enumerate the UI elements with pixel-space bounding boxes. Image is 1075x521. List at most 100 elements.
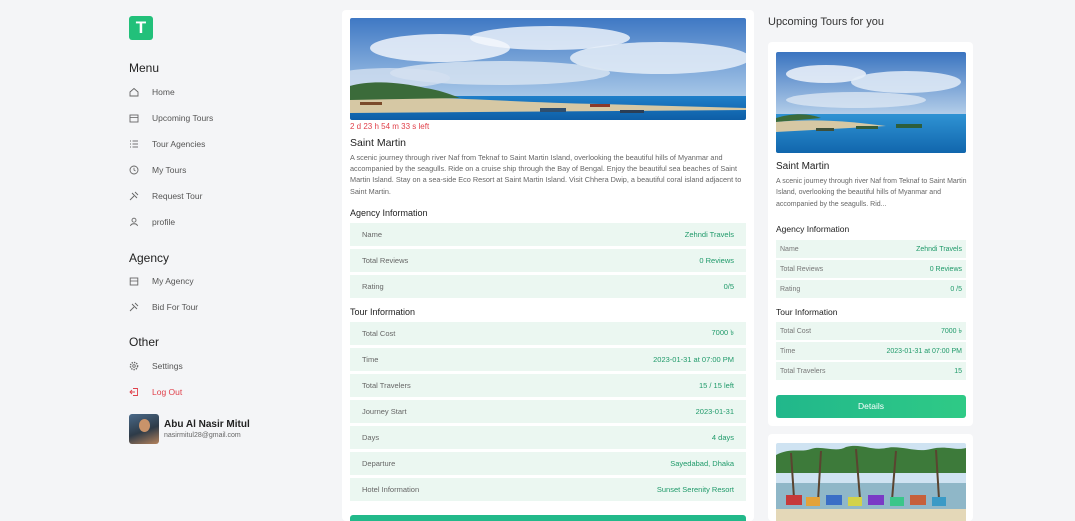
upcoming-tours-title: Upcoming Tours for you: [768, 16, 884, 28]
row-value: 0/5: [723, 282, 734, 291]
menu-section-title: Menu: [129, 61, 160, 75]
row-value: 2023-01-31 at 07:00 PM: [886, 347, 963, 355]
table-row: Rating 0 /5: [776, 280, 966, 298]
sidebar-item-logout[interactable]: Log Out: [129, 383, 182, 401]
table-row: Total Reviews 0 Reviews: [350, 249, 746, 272]
row-label: Time: [362, 355, 379, 364]
tour-title: Saint Martin: [350, 137, 407, 149]
table-row: Hotel Information Sunset Serenity Resort: [350, 478, 746, 501]
row-value: 0 Reviews: [929, 265, 962, 273]
table-row: Total Cost 7000 ৳: [776, 322, 966, 340]
sidebar-item-upcoming-tours[interactable]: Upcoming Tours: [129, 109, 213, 127]
tour-description: A scenic journey through river Naf from …: [350, 153, 742, 196]
sidebar-item-settings[interactable]: Settings: [129, 357, 183, 375]
tour-detail-card: 2 d 23 h 54 m 33 s left Saint Martin A s…: [342, 10, 754, 521]
row-value: Sunset Serenity Resort: [656, 485, 734, 494]
table-row: Total Travelers 15: [776, 362, 966, 380]
tour-info-heading: Tour Information: [350, 307, 416, 317]
row-label: Time: [780, 347, 796, 355]
sidebar-item-label: Log Out: [152, 387, 183, 397]
sidebar-item-label: My Tours: [152, 165, 187, 175]
user-email: nasirmitul28@gmail.com: [164, 432, 241, 439]
table-row: Rating 0/5: [350, 275, 746, 298]
row-label: Total Reviews: [780, 265, 824, 273]
table-row: Name Zehndi Travels: [776, 240, 966, 258]
row-label: Rating: [780, 285, 801, 293]
row-value: Sayedabad, Dhaka: [670, 459, 734, 468]
bid-icon: [129, 302, 139, 312]
book-button[interactable]: [350, 515, 746, 521]
sidebar-item-label: Upcoming Tours: [152, 113, 214, 123]
table-row: Time 2023-01-31 at 07:00 PM: [350, 348, 746, 371]
row-value: 0 Reviews: [699, 256, 734, 265]
sidebar-item-label: Home: [152, 87, 175, 97]
tour-hero-image: [350, 18, 746, 120]
sidebar-item-label: My Agency: [152, 276, 194, 286]
row-value: 15: [954, 367, 962, 375]
agency-info-heading: Agency Information: [350, 208, 428, 218]
calendar-icon: [129, 113, 139, 123]
list-icon: [129, 139, 139, 149]
card-tour-description: A scenic journey through river Naf from …: [776, 178, 967, 208]
app-logo[interactable]: T: [129, 16, 153, 40]
user-icon: [129, 217, 139, 227]
logout-icon: [129, 387, 139, 397]
upcoming-tour-card: [768, 434, 973, 521]
user-profile[interactable]: Abu Al Nasir Mitul nasirmitul28@gmail.co…: [129, 414, 250, 444]
home-icon: [129, 87, 139, 97]
sidebar-item-tour-agencies[interactable]: Tour Agencies: [129, 135, 205, 153]
table-row: Total Travelers 15 / 15 left: [350, 374, 746, 397]
row-label: Total Cost: [362, 329, 396, 338]
details-button[interactable]: Details: [776, 395, 966, 418]
card-tour-title: Saint Martin: [776, 161, 830, 172]
row-label: Days: [362, 433, 380, 442]
clock-icon: [129, 165, 139, 175]
sidebar-item-my-tours[interactable]: My Tours: [129, 161, 186, 179]
row-label: Name: [780, 245, 799, 253]
row-label: Total Cost: [780, 327, 812, 335]
sidebar-item-bid-for-tour[interactable]: Bid For Tour: [129, 298, 198, 316]
row-label: Hotel Information: [362, 485, 420, 494]
row-label: Total Reviews: [362, 256, 409, 265]
row-value: Zehndi Travels: [684, 230, 734, 239]
sidebar-item-label: Bid For Tour: [152, 302, 199, 312]
building-icon: [129, 276, 139, 286]
row-label: Total Travelers: [780, 367, 826, 375]
sidebar-item-label: Request Tour: [152, 191, 203, 201]
sidebar-item-label: profile: [152, 217, 176, 227]
countdown-timer: 2 d 23 h 54 m 33 s left: [350, 122, 430, 131]
row-value: 0 /5: [950, 285, 962, 293]
request-icon: [129, 191, 139, 201]
avatar: [129, 414, 159, 444]
user-name: Abu Al Nasir Mitul: [164, 419, 250, 430]
sidebar-item-home[interactable]: Home: [129, 83, 175, 101]
tour-card-image[interactable]: [776, 443, 966, 521]
row-value: 2023-01-31: [695, 407, 734, 416]
sidebar-item-label: Tour Agencies: [152, 139, 206, 149]
table-row: Days 4 days: [350, 426, 746, 449]
sidebar-item-my-agency[interactable]: My Agency: [129, 272, 194, 290]
sidebar-item-profile[interactable]: profile: [129, 213, 175, 231]
row-value: 7000 ৳: [940, 328, 962, 335]
row-label: Rating: [362, 282, 384, 291]
sidebar-item-request-tour[interactable]: Request Tour: [129, 187, 202, 205]
agency-section-title: Agency: [129, 251, 170, 265]
card-agency-heading: Agency Information: [776, 224, 850, 234]
row-value: Zehndi Travels: [916, 245, 962, 253]
other-section-title: Other: [129, 335, 160, 349]
row-label: Name: [362, 230, 383, 239]
upcoming-tour-card: Saint Martin A scenic journey through ri…: [768, 42, 973, 426]
row-value: 7000 ৳: [711, 327, 734, 337]
row-value: 2023-01-31 at 07:00 PM: [653, 355, 734, 364]
row-value: 4 days: [711, 433, 734, 442]
sidebar: T Menu Home Upcoming Tours Tour Agencies…: [0, 0, 335, 521]
card-tour-info-heading: Tour Information: [776, 307, 838, 317]
table-row: Journey Start 2023-01-31: [350, 400, 746, 423]
tour-card-image[interactable]: [776, 52, 966, 153]
row-label: Departure: [362, 459, 396, 468]
table-row: Name Zehndi Travels: [350, 223, 746, 246]
table-row: Departure Sayedabad, Dhaka: [350, 452, 746, 475]
row-label: Total Travelers: [362, 381, 411, 390]
row-value: 15 / 15 left: [698, 381, 734, 390]
gear-icon: [129, 361, 139, 371]
